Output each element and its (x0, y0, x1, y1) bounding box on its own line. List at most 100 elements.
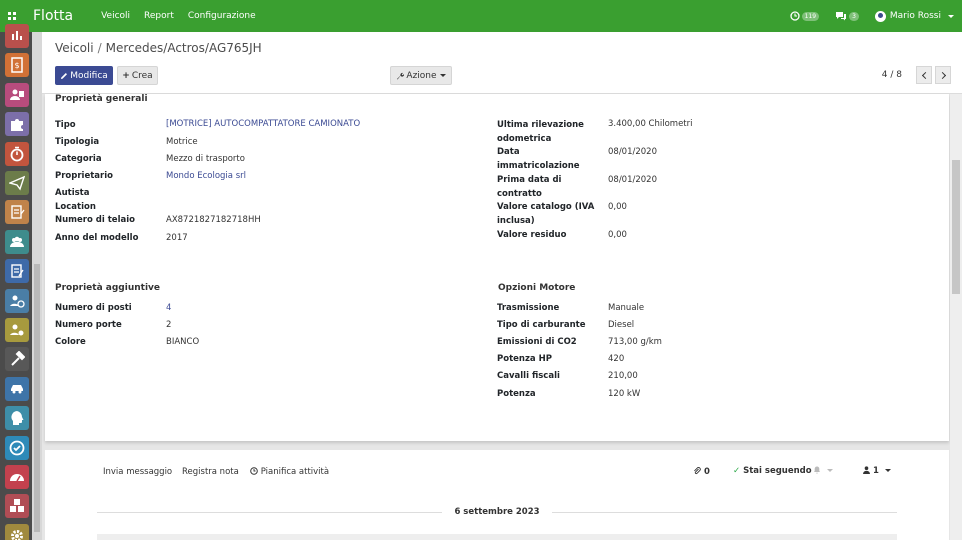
app-tile-head[interactable] (5, 406, 29, 431)
breadcrumb: Veicoli / Mercedes/Actros/AG765JH (55, 41, 262, 55)
field-label-data-immatricolazione: Data immatricolazione (497, 147, 580, 171)
following-label: Stai seguendo (743, 466, 812, 476)
field-label-autista: Autista (55, 188, 90, 198)
chevron-down-icon (948, 14, 954, 18)
app-tile-puzzle[interactable] (5, 112, 29, 137)
field-label-prima-data-contratto: Prima data di contratto (497, 175, 562, 199)
attendance-icon (10, 295, 25, 308)
field-value-trasmissione: Manuale (608, 303, 645, 313)
field-label-valore-catalogo: Valore catalogo (IVA inclusa) (497, 202, 595, 226)
app-tile-timer[interactable] (5, 141, 29, 166)
menu-item-veicoli[interactable]: Veicoli (101, 11, 130, 21)
field-label-numero-posti: Numero di posti (55, 303, 132, 313)
activity-count-badge: 119 (801, 11, 820, 21)
user-menu[interactable]: Mario Rossi (874, 10, 954, 22)
field-label-anno-modello: Anno del modello (55, 233, 139, 243)
field-label-potenza-hp: Potenza HP (497, 354, 552, 364)
edit-button[interactable]: Modifica (55, 66, 113, 85)
pager-previous-button[interactable] (916, 66, 932, 84)
avatar (874, 10, 886, 22)
clock-icon (250, 467, 258, 475)
breadcrumb-current: Mercedes/Actros/AG765JH (105, 41, 262, 55)
main-menu: Veicoli Report Configurazione (101, 11, 256, 21)
field-label-proprietario: Proprietario (55, 171, 113, 181)
main-scrollbar[interactable] (950, 94, 962, 540)
app-tile-paper-plane[interactable] (5, 171, 29, 195)
app-tile-hammer[interactable] (5, 347, 29, 372)
action-dropdown-label: Azione (406, 70, 437, 81)
field-value-odometro: 3.400,00 Chilometri (608, 119, 693, 129)
attachments-button[interactable]: 0 (693, 467, 710, 477)
field-value-valore-residuo: 0,00 (608, 230, 627, 240)
car-icon (11, 384, 23, 394)
app-tile-recruitment[interactable] (5, 318, 29, 342)
hammer-icon (11, 351, 25, 367)
create-button[interactable]: + Crea (117, 66, 158, 85)
form-sheet: Proprietà generali Tipo [MOTRICE] AUTOCO… (45, 94, 949, 441)
send-message-button[interactable]: Invia messaggio (103, 467, 172, 477)
action-dropdown[interactable]: Azione (390, 66, 452, 85)
follow-button[interactable]: ✓ Stai seguendo (733, 466, 812, 476)
field-label-odometro: Ultima rilevazione odometrica (497, 120, 584, 144)
pager-next-button[interactable] (935, 66, 951, 84)
sales-icon (12, 31, 22, 40)
field-label-carburante: Tipo di carburante (497, 320, 586, 330)
followers-button[interactable]: 1 (863, 466, 891, 476)
recruitment-icon (10, 324, 24, 336)
paperclip-icon (694, 467, 701, 475)
app-tile-attendance[interactable] (5, 288, 29, 313)
menu-item-configurazione[interactable]: Configurazione (188, 11, 256, 21)
schedule-activity-button[interactable]: Pianifica attività (250, 467, 329, 477)
app-brand[interactable]: Flotta (33, 8, 73, 24)
user-icon (863, 466, 870, 474)
chevron-down-icon (439, 74, 446, 77)
bell-icon (814, 466, 820, 474)
field-value-cavalli-fiscali: 210,00 (608, 371, 638, 381)
field-value-data-immatricolazione: 08/01/2020 (608, 147, 657, 157)
breadcrumb-parent[interactable]: Veicoli (55, 41, 94, 55)
sidebar-scrollbar[interactable] (32, 32, 42, 540)
field-value-numero-posti: 4 (166, 303, 172, 313)
field-label-tipo: Tipo (55, 120, 76, 130)
notification-bell-button[interactable] (813, 466, 833, 476)
check-circle-icon (9, 440, 25, 455)
chevron-left-icon (921, 71, 929, 79)
activity-menu[interactable]: 119 (789, 11, 820, 21)
date-separator-label: 6 settembre 2023 (45, 507, 949, 517)
employees-icon (10, 236, 24, 247)
timer-icon (10, 146, 24, 161)
messaging-menu[interactable]: 3 (835, 11, 859, 21)
field-value-proprietario[interactable]: Mondo Ecologia srl (166, 169, 246, 183)
field-label-valore-residuo: Valore residuo (497, 230, 567, 240)
app-tile-notes[interactable] (5, 259, 29, 284)
field-value-tipo[interactable]: [MOTRICE] AUTOCOMPATTATORE CAMIONATO (166, 117, 360, 131)
app-tile-gear[interactable] (5, 523, 29, 540)
field-label-location: Location (55, 202, 96, 212)
svg-text:$: $ (14, 61, 19, 70)
app-tile-survey[interactable] (5, 200, 29, 225)
field-value-potenza: 120 kW (608, 389, 641, 399)
app-tile-contacts[interactable] (5, 82, 29, 107)
app-tile-employees[interactable] (5, 229, 29, 254)
chatter: Invia messaggio Registra nota Pianifica … (45, 450, 949, 540)
puzzle-icon (11, 119, 23, 132)
app-tile-sales[interactable] (5, 24, 29, 48)
chevron-down-icon (884, 469, 891, 472)
wrench-icon (397, 72, 405, 79)
top-navbar: Flotta Veicoli Report Configurazione 119… (0, 0, 962, 32)
pager-value[interactable]: 4 / 8 (882, 70, 902, 80)
app-tile-dashboard[interactable] (5, 465, 29, 489)
additional-group-title: Proprietà aggiuntive (55, 283, 161, 293)
app-tile-invoice[interactable]: $ (5, 53, 29, 78)
field-label-potenza: Potenza (497, 389, 536, 399)
app-tile-car[interactable] (5, 376, 29, 401)
app-tile-cubes[interactable] (5, 494, 29, 519)
field-value-colore: BIANCO (166, 337, 200, 347)
app-tile-check-circle[interactable] (5, 435, 29, 460)
engine-group-title: Opzioni Motore (498, 283, 576, 293)
head-icon (11, 411, 24, 426)
field-value-co2: 713,00 g/km (608, 337, 662, 347)
field-value-potenza-hp: 420 (608, 354, 625, 364)
log-note-button[interactable]: Registra nota (182, 467, 239, 477)
menu-item-report[interactable]: Report (144, 11, 174, 21)
